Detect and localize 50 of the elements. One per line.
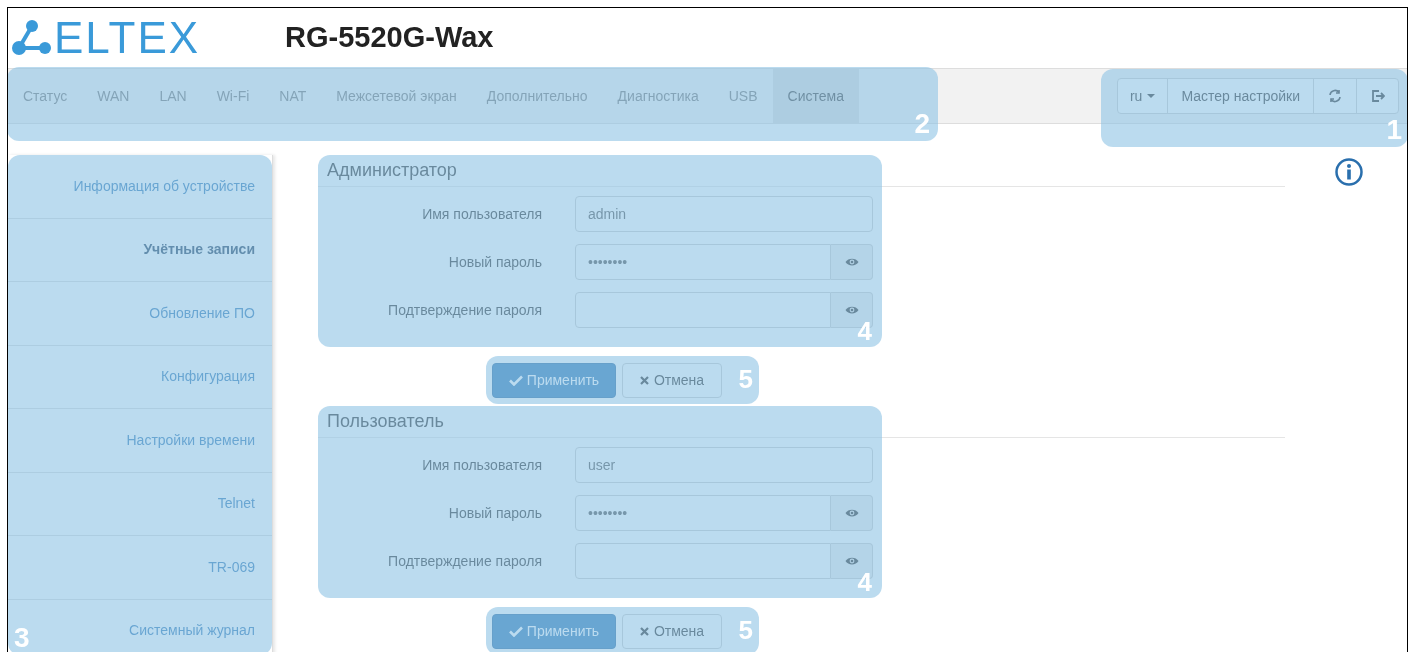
logout-icon bbox=[1370, 89, 1385, 103]
caret-icon bbox=[1147, 94, 1156, 98]
section-title: Администратор bbox=[318, 157, 1285, 187]
show-password-button[interactable] bbox=[831, 495, 873, 531]
close-icon bbox=[639, 376, 649, 385]
cancel-button[interactable]: Отмена bbox=[622, 614, 722, 649]
field-label: Имя пользователя bbox=[421, 455, 542, 475]
sidebar-item[interactable]: TR-069 bbox=[8, 536, 272, 600]
callout-number: 4 bbox=[857, 315, 872, 348]
apply-button[interactable]: Применить bbox=[492, 614, 616, 649]
logo-icon bbox=[12, 20, 52, 56]
eye-icon bbox=[844, 508, 859, 518]
field-label: Новый пароль bbox=[447, 503, 542, 523]
show-password-button[interactable] bbox=[831, 244, 873, 280]
info-icon[interactable] bbox=[1335, 158, 1363, 186]
field-label: Подтверждение пароля bbox=[387, 300, 542, 320]
check-icon bbox=[508, 626, 523, 637]
check-icon bbox=[508, 375, 523, 386]
eye-icon bbox=[844, 556, 859, 566]
device-title: RG-5520G-Wax bbox=[285, 20, 494, 56]
sidebar-item[interactable]: Учётные записи bbox=[8, 218, 272, 282]
callout-number: 5 bbox=[738, 614, 753, 647]
password-field[interactable]: •••••••• bbox=[575, 244, 831, 280]
field-label: Подтверждение пароля bbox=[387, 551, 542, 571]
field-label: Новый пароль bbox=[447, 252, 542, 272]
refresh-icon bbox=[1328, 89, 1342, 103]
username-field[interactable]: admin bbox=[575, 196, 873, 232]
cancel-button[interactable]: Отмена bbox=[622, 363, 722, 398]
sidebar-item[interactable]: Обновление ПО bbox=[8, 282, 272, 346]
sidebar-item[interactable]: Telnet bbox=[8, 472, 272, 536]
apply-button[interactable]: Применить bbox=[492, 363, 616, 398]
setup-wizard-button[interactable]: Мастер настройки bbox=[1168, 79, 1314, 113]
callout-number: 3 bbox=[14, 621, 30, 652]
callout-number: 1 bbox=[1386, 113, 1402, 147]
section-title: Пользователь bbox=[318, 408, 1285, 438]
callout-number: 4 bbox=[857, 566, 872, 599]
eye-icon bbox=[844, 257, 859, 267]
field-label: Имя пользователя bbox=[421, 204, 542, 224]
logo-text: ELTEX bbox=[54, 16, 201, 60]
eye-icon bbox=[844, 305, 859, 315]
password-field[interactable]: •••••••• bbox=[575, 495, 831, 531]
close-icon bbox=[639, 627, 649, 636]
sidebar-item[interactable]: Информация об устройстве bbox=[8, 155, 272, 219]
sidebar-item[interactable]: Настройки времени bbox=[8, 409, 272, 473]
callout-number: 2 bbox=[914, 107, 930, 141]
nav-tab[interactable]: Система bbox=[772, 69, 859, 123]
language-dropdown[interactable]: ru bbox=[1117, 79, 1169, 113]
username-field[interactable]: user bbox=[575, 447, 873, 483]
callout-number: 5 bbox=[738, 363, 753, 396]
sidebar-item[interactable]: Конфигурация bbox=[8, 345, 272, 409]
